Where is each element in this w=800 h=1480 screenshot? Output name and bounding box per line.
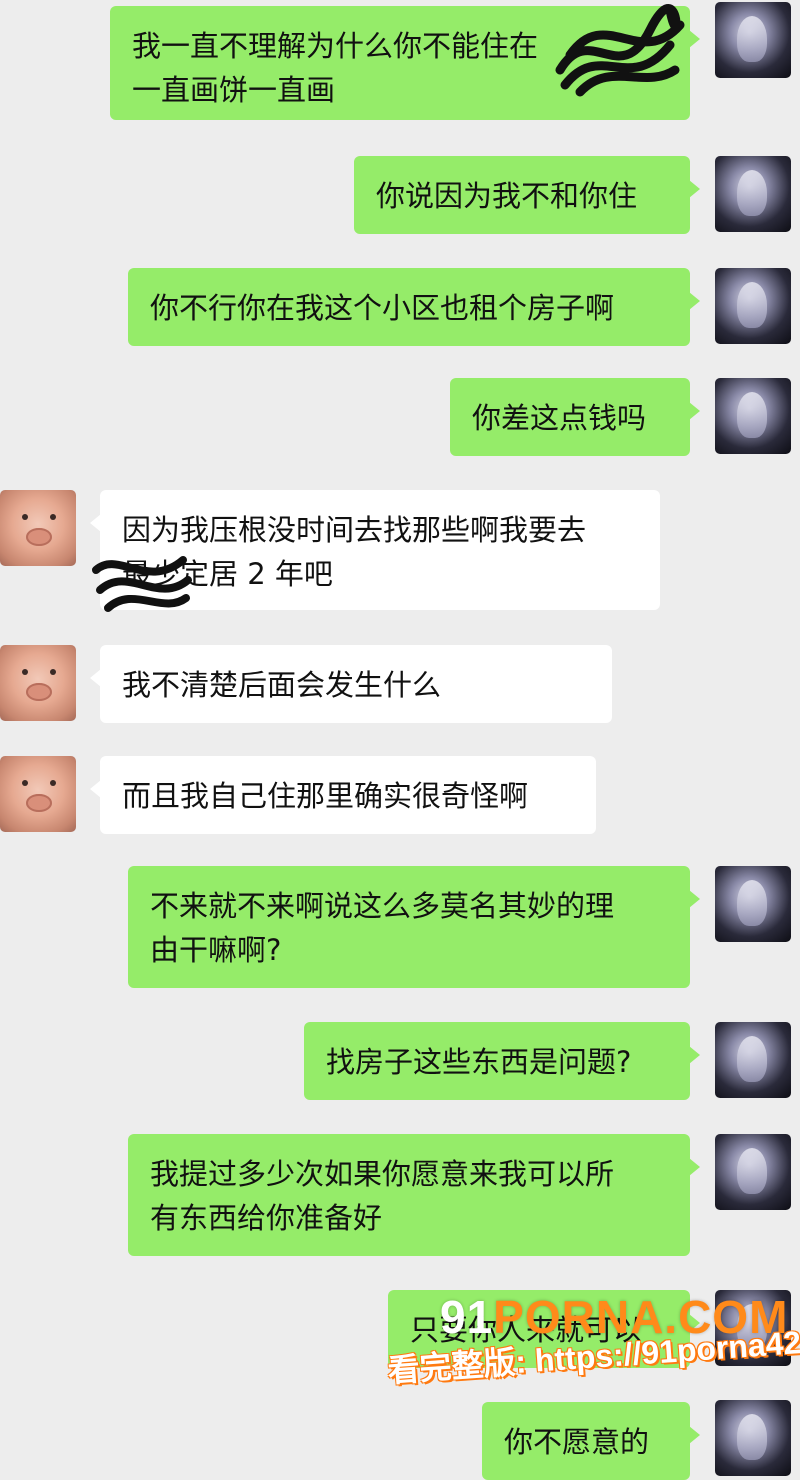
self-avatar[interactable] [715, 2, 791, 78]
self-avatar[interactable] [715, 156, 791, 232]
self-avatar[interactable] [715, 378, 791, 454]
self-avatar[interactable] [715, 1022, 791, 1098]
pig-avatar[interactable] [0, 645, 76, 721]
pig-avatar[interactable] [0, 490, 76, 566]
message-bubble-sent[interactable]: 我一直不理解为什么你不能住在 一直画饼一直画 [110, 6, 700, 120]
message-bubble-sent[interactable]: 不来就不来啊说这么多莫名其妙的理 由干嘛啊? [128, 866, 700, 988]
chat-conversation: 我一直不理解为什么你不能住在 一直画饼一直画 你说因为我不和你住 你不行你在我这… [0, 0, 800, 1480]
message-bubble-sent[interactable]: 你说因为我不和你住 [354, 156, 700, 234]
message-bubble-received[interactable]: 因为我压根没时间去找那些啊我要去 最少定居 2 年吧 [90, 490, 660, 610]
pig-avatar[interactable] [0, 756, 76, 832]
message-bubble-received[interactable]: 我不清楚后面会发生什么 [90, 645, 612, 723]
self-avatar[interactable] [715, 1400, 791, 1476]
message-bubble-sent[interactable]: 你差这点钱吗 [450, 378, 700, 456]
message-bubble-sent[interactable]: 我提过多少次如果你愿意来我可以所 有东西给你准备好 [128, 1134, 700, 1256]
self-avatar[interactable] [715, 1134, 791, 1210]
self-avatar[interactable] [715, 268, 791, 344]
message-bubble-sent[interactable]: 你不愿意的 [482, 1402, 700, 1480]
message-bubble-received[interactable]: 而且我自己住那里确实很奇怪啊 [90, 756, 596, 834]
message-bubble-sent[interactable]: 找房子这些东西是问题? [304, 1022, 700, 1100]
self-avatar[interactable] [715, 866, 791, 942]
message-bubble-sent[interactable]: 你不行你在我这个小区也租个房子啊 [128, 268, 700, 346]
